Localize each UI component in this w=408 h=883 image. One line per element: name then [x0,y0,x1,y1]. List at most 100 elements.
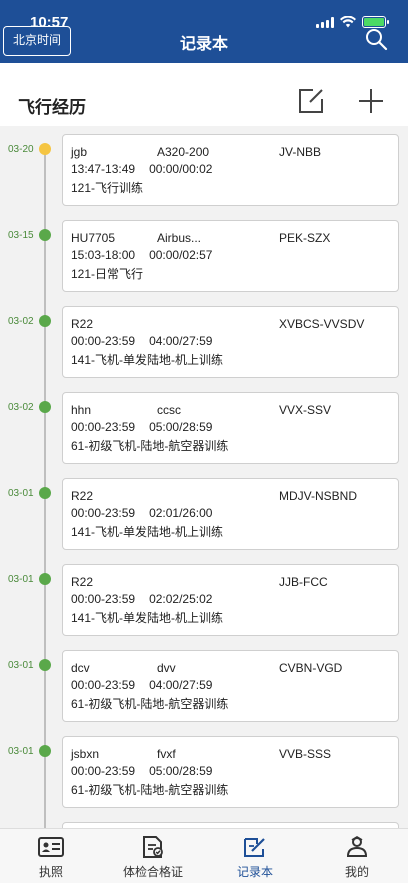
flight-number: hhn [71,403,92,417]
timeline-dot [39,659,51,671]
time-range: 00:00-23:59 [71,592,136,606]
registration: XVBCS-VVSDV [279,317,365,331]
time-range: 00:00-23:59 [71,506,136,520]
tab-license[interactable]: 执照 [0,829,102,883]
tab-profile[interactable]: 我的 [306,829,408,883]
flight-record-item[interactable]: 03-20 jgb A320-200 JV-NBB 13:47-13:49 00:00/0… [0,126,408,212]
time-range: 00:00-23:59 [71,678,136,692]
flight-record-list[interactable]: 03-20 jgb A320-200 JV-NBB 13:47-13:49 00:00/0… [0,126,408,828]
flight-duration: 05:00/28:59 [149,764,213,778]
registration: VVB-SSS [279,747,332,761]
tab-label: 记录本 [236,865,273,879]
top-bar: 10:57 北京时间 记录本 [0,0,408,63]
time-range: 00:00-23:59 [71,334,136,348]
flight-number: R22 [71,489,94,503]
flight-duration: 04:00/27:59 [149,678,213,692]
registration: JJB-FCC [279,575,328,589]
time-range: 00:00-23:59 [71,764,136,778]
record-date: 03-01 [8,660,34,671]
signal-icon [316,16,334,28]
flight-type: 121-飞行训练 [71,181,144,195]
flight-type: 61-初级飞机-陆地-航空器训练 [71,783,229,797]
registration: MDJV-NSBND [279,489,358,503]
record-card[interactable]: HU7705 Airbus... PEK-SZX 15:03-18:00 00:00/0… [62,220,399,292]
timeline-dot [39,401,51,413]
aircraft-type: ccsc [157,403,181,417]
flight-duration: 00:00/02:57 [149,248,213,262]
record-date: 03-01 [8,746,34,757]
medical-certificate-icon [143,836,163,858]
flight-type: 141-飞机-单发陆地-机上训练 [71,525,224,539]
timeline-dot [39,315,51,327]
section-header: 飞行经历 [0,63,408,126]
tab-medical-certificate[interactable]: 体检合格证 [102,829,204,883]
tab-label: 体检合格证 [122,865,183,879]
flight-record-item[interactable]: 03-15 HU7705 Airbus... PEK-SZX 15:03-18:00 00… [0,212,408,298]
flight-type: 141-飞机-单发陆地-机上训练 [71,353,224,367]
flight-record-item[interactable]: 03-02 R22 XVBCS-VVSDV 00:00-23:59 04:00/27:5… [0,298,408,384]
timeline-dot [39,745,51,757]
wifi-icon [340,16,356,28]
page-title: 记录本 [179,34,228,53]
record-card[interactable]: jsbxn fvxf VVB-SSS 00:00-23:59 05:00/28:59 61… [62,736,399,808]
tab-logbook[interactable]: 记录本 [204,829,306,883]
flight-number: dcv [71,661,90,675]
add-icon[interactable] [356,86,386,116]
flight-duration: 00:00/00:02 [149,162,213,176]
profile-icon [346,835,368,857]
registration: JV-NBB [279,145,322,159]
record-date: 03-01 [8,488,34,499]
record-date: 03-02 [8,316,34,327]
flight-type: 121-日常飞行 [71,267,144,281]
timeline-dot [39,573,51,585]
record-date: 03-02 [8,402,34,413]
flight-record-item[interactable] [0,814,408,828]
flight-duration: 05:00/28:59 [149,420,213,434]
flight-number: HU7705 [71,231,116,245]
flight-record-item[interactable]: 03-02 hhn ccsc VVX-SSV 00:00-23:59 05:00/28:5… [0,384,408,470]
flight-record-item[interactable]: 03-01 R22 JJB-FCC 00:00-23:59 02:02/25:02 141… [0,556,408,642]
flight-number: jsbxn [71,747,100,761]
flight-number: jgb [71,145,88,159]
flight-duration: 02:02/25:02 [149,592,213,606]
tab-label: 我的 [344,865,369,879]
aircraft-type: dvv [157,661,176,675]
timeline-dot [39,229,51,241]
flight-number: R22 [71,317,94,331]
timeline-dot [39,143,51,155]
record-card[interactable]: dcv dvv CVBN-VGD 00:00-23:59 04:00/27:59 61-初… [62,650,399,722]
flight-record-item[interactable]: 03-01 dcv dvv CVBN-VGD 00:00-23:59 04:00/27:5… [0,642,408,728]
record-card[interactable]: hhn ccsc VVX-SSV 00:00-23:59 05:00/28:59 61-初… [62,392,399,464]
flight-type: 141-飞机-单发陆地-机上训练 [71,611,224,625]
record-date: 03-20 [8,144,34,155]
record-card[interactable]: R22 XVBCS-VVSDV 00:00-23:59 04:00/27:59 141-… [62,306,399,378]
time-range: 00:00-23:59 [71,420,136,434]
aircraft-type: fvxf [157,747,176,761]
bottom-tab-bar: 执照 体检合格证 记录本 我的 [0,828,408,883]
record-card[interactable]: jgb A320-200 JV-NBB 13:47-13:49 00:00/00:02 1… [62,134,399,206]
registration: PEK-SZX [279,231,331,245]
time-range: 15:03-18:00 [71,248,136,262]
flight-type: 61-初级飞机-陆地-航空器训练 [71,439,229,453]
record-card[interactable]: R22 MDJV-NSBND 00:00-23:59 02:01/26:00 141-飞… [62,478,399,550]
section-title: 飞行经历 [18,98,86,118]
flight-duration: 02:01/26:00 [149,506,213,520]
record-date: 03-01 [8,574,34,585]
license-icon [38,837,64,857]
record-date: 03-15 [8,230,34,241]
time-range: 13:47-13:49 [71,162,136,176]
logbook-icon [244,838,265,857]
tab-label: 执照 [38,865,63,879]
edit-icon[interactable] [296,86,326,116]
flight-record-item[interactable]: 03-01 jsbxn fvxf VVB-SSS 00:00-23:59 05:00/28… [0,728,408,814]
timeline-dot [39,487,51,499]
registration: CVBN-VGD [279,661,343,675]
flight-number: R22 [71,575,94,589]
aircraft-type: Airbus... [157,231,202,245]
aircraft-type: A320-200 [157,145,210,159]
flight-type: 61-初级飞机-陆地-航空器训练 [71,697,229,711]
search-icon[interactable] [364,27,388,51]
registration: VVX-SSV [279,403,332,417]
flight-record-item[interactable]: 03-01 R22 MDJV-NSBND 00:00-23:59 02:01/26:00… [0,470,408,556]
record-card[interactable]: R22 JJB-FCC 00:00-23:59 02:02/25:02 141-飞机-单… [62,564,399,636]
